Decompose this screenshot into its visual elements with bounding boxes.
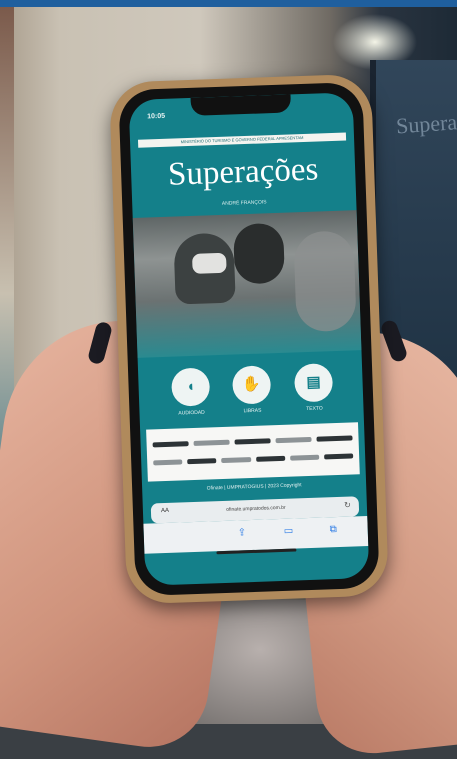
- hero-photo: [132, 210, 362, 358]
- background-figure: [293, 230, 357, 333]
- bookmarks-icon[interactable]: ▭: [284, 526, 294, 537]
- ear-icon: ◖: [170, 367, 211, 407]
- status-time: 10:05: [147, 112, 166, 121]
- logo-row-2: [153, 448, 354, 469]
- phone-notch: [190, 94, 292, 116]
- audio-button[interactable]: ◖ AUDIODAD: [168, 367, 214, 417]
- author-name: ANDRÉ FRANÇOIS: [221, 199, 267, 207]
- hands-icon: ✋: [231, 365, 272, 405]
- sponsor-logos: [146, 422, 360, 482]
- logo-row-1: [152, 430, 353, 451]
- sponsor-note: MINISTÉRIO DO TURISMO E GOVERNO FEDERAL …: [137, 132, 347, 148]
- phone-bezel: 10:05 MINISTÉRIO DO TURISMO E GOVERNO FE…: [118, 81, 380, 597]
- face-mask: [191, 252, 227, 274]
- app-title: Superações: [167, 151, 319, 193]
- document-icon: ▤: [293, 363, 334, 403]
- libras-button[interactable]: ✋ LIBRAS: [229, 365, 275, 415]
- share-icon[interactable]: ⇪: [238, 527, 247, 538]
- accessibility-buttons: ◖ AUDIODAD ✋ LIBRAS ▤ TEXTO: [138, 362, 364, 430]
- phone-screen: 10:05 MINISTÉRIO DO TURISMO E GOVERNO FE…: [128, 92, 370, 586]
- top-accent-bar: [0, 0, 457, 7]
- text-label: TEXTO: [306, 405, 323, 413]
- copyright-text: Ofinate | UMPRATOGIUS | 2023 Copyright: [206, 482, 302, 492]
- smartphone: 10:05 MINISTÉRIO DO TURISMO E GOVERNO FE…: [108, 73, 390, 605]
- url-text[interactable]: ofinate.umpratodos.com.br: [183, 503, 329, 514]
- reader-aa[interactable]: AA: [161, 508, 169, 514]
- exhibit-panel-text: Superações: [395, 106, 457, 139]
- audio-label: AUDIODAD: [178, 409, 205, 417]
- libras-label: LIBRAS: [243, 407, 262, 415]
- child-figure: [232, 222, 286, 285]
- browser-toolbar: ⇪ ▭ ⧉: [143, 515, 369, 554]
- tabs-icon[interactable]: ⧉: [330, 524, 338, 535]
- reload-icon[interactable]: ↻: [344, 501, 351, 510]
- text-button[interactable]: ▤ TEXTO: [291, 363, 337, 413]
